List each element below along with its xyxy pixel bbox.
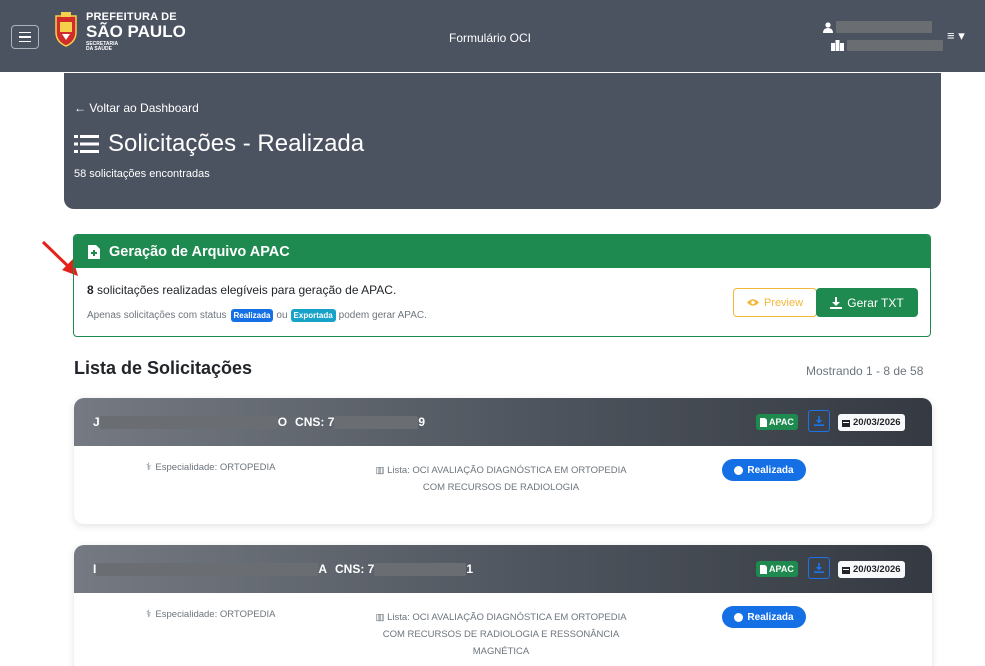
request-card[interactable]: I A CNS: 7 1 APAC 20/03/2026 ⚕ Especiali…: [74, 545, 932, 666]
especialidade-text: Especialidade: ORTOPEDIA: [155, 462, 276, 473]
hospital-icon: ▥: [375, 465, 388, 476]
request-card-header: I A CNS: 7 1 APAC 20/03/2026: [74, 545, 932, 593]
apac-badge-label: APAC: [769, 417, 794, 427]
stethoscope-icon: ⚕: [146, 462, 152, 473]
eye-icon: [746, 299, 759, 306]
status-badge-realizada: Realizada: [230, 309, 274, 322]
apac-eligible-count: 8: [87, 283, 94, 297]
prefeitura-logo[interactable]: PREFEITURA DE SÃO PAULO SECRETARIA DA SA…: [52, 12, 186, 52]
user-info[interactable]: [823, 18, 943, 54]
apac-eligible-label: solicitações realizadas elegíveis para g…: [93, 283, 397, 297]
page-title-text: Solicitações - Realizada: [108, 130, 365, 157]
request-date: 20/03/2026: [853, 417, 901, 428]
cns-end: 1: [466, 562, 474, 576]
pagination-count: Mostrando 1 - 8 de 58: [806, 364, 924, 378]
user-icon: [823, 21, 833, 33]
gerar-txt-label: Gerar TXT: [847, 295, 904, 310]
patient-name-cns: J O CNS: 7 9: [93, 415, 425, 429]
cns-end: 9: [418, 415, 426, 429]
date-badge: 20/03/2026: [838, 414, 905, 431]
redacted-cns: [334, 415, 419, 429]
patient-name-cns: I A CNS: 7 1: [93, 562, 473, 576]
back-to-dashboard-link[interactable]: ← Voltar ao Dashboard: [74, 101, 199, 115]
date-badge: 20/03/2026: [838, 561, 905, 578]
lista: ▥ Lista: OCI AVALIAÇÃO DIAGNÓSTICA EM OR…: [366, 462, 636, 496]
redacted-user-name: [836, 21, 932, 33]
list-icon: [74, 135, 99, 153]
status-label: Realizada: [747, 611, 794, 623]
apac-badge: APAC: [756, 561, 798, 577]
apac-card-title: Geração de Arquivo APAC: [109, 243, 290, 260]
app-title: Formulário OCI: [449, 31, 532, 45]
hospital-icon: ▥: [375, 612, 388, 623]
file-icon: [760, 417, 767, 427]
calendar-icon: [842, 566, 850, 574]
status-badge: Realizada: [722, 606, 806, 628]
apac-badge-label: APAC: [769, 564, 794, 574]
apac-eligible-text: 8 solicitações realizadas elegíveis para…: [87, 283, 396, 297]
gerar-txt-button[interactable]: Gerar TXT: [816, 288, 918, 317]
top-navbar: PREFEITURA DE SÃO PAULO SECRETARIA DA SA…: [0, 0, 985, 72]
especialidade-text: Especialidade: ORTOPEDIA: [155, 609, 276, 620]
hospital-icon: [831, 39, 844, 51]
cns-label: CNS: 7: [295, 415, 335, 429]
status-dot-icon: [734, 612, 744, 622]
download-icon: [830, 296, 843, 309]
especialidade: ⚕ Especialidade: ORTOPEDIA: [146, 609, 275, 620]
cns-label: CNS: 7: [335, 562, 375, 576]
apac-generation-card: Geração de Arquivo APAC 8 solicitações r…: [73, 234, 931, 337]
status-dot-icon: [734, 465, 744, 475]
request-card[interactable]: J O CNS: 7 9 APAC 20/03/2026 ⚕ Especiali…: [74, 398, 932, 524]
calendar-icon: [842, 419, 850, 427]
preview-button[interactable]: Preview: [733, 288, 817, 317]
lista-text: Lista: OCI AVALIAÇÃO DIAGNÓSTICA EM ORTO…: [382, 612, 627, 657]
stethoscope-icon: ⚕: [146, 609, 152, 620]
hamburger-icon: [19, 31, 31, 34]
redacted-unit-name: [847, 39, 943, 51]
especialidade: ⚕ Especialidade: ORTOPEDIA: [146, 462, 275, 473]
request-date: 20/03/2026: [853, 564, 901, 575]
list-title: Lista de Solicitações: [74, 358, 253, 378]
apac-badge: APAC: [756, 414, 798, 430]
page-title: Solicitações - Realizada: [74, 130, 364, 158]
lista-text: Lista: OCI AVALIAÇÃO DIAGNÓSTICA EM ORTO…: [387, 465, 627, 493]
lista: ▥ Lista: OCI AVALIAÇÃO DIAGNÓSTICA EM OR…: [366, 609, 636, 660]
apac-note: Apenas solicitações com status Realizada…: [87, 309, 427, 322]
logo-line-4: DA SAÚDE: [86, 46, 112, 52]
file-icon: [760, 564, 767, 574]
patient-name-end: A: [318, 562, 328, 576]
status-badge: Realizada: [722, 459, 806, 481]
patient-name-end: O: [277, 415, 288, 429]
download-apac-button[interactable]: [808, 410, 830, 432]
crest-icon: [55, 12, 77, 47]
redacted-patient-name: [99, 415, 278, 429]
apac-note-mid: ou: [276, 310, 288, 321]
redacted-cns: [374, 562, 467, 576]
preview-button-label: Preview: [763, 296, 804, 309]
hamburger-menu-button[interactable]: [11, 25, 39, 49]
results-count: 58 solicitações encontradas: [74, 168, 210, 180]
page-header: ← Voltar ao Dashboard Solicitações - Rea…: [64, 73, 941, 209]
logo-line-2: SÃO PAULO: [86, 22, 186, 41]
patient-name-start: J: [93, 415, 100, 429]
request-card-header: J O CNS: 7 9 APAC 20/03/2026: [74, 398, 932, 446]
file-plus-icon: [88, 244, 100, 259]
apac-note-suffix: podem gerar APAC.: [338, 310, 427, 321]
download-icon: [814, 563, 824, 573]
apac-card-header: Geração de Arquivo APAC: [74, 235, 930, 268]
redacted-patient-name: [96, 562, 319, 576]
status-label: Realizada: [747, 464, 794, 476]
list-caret-icon[interactable]: ≡ ▾: [947, 28, 965, 44]
status-badge-exportada: Exportada: [290, 309, 336, 322]
apac-note-prefix: Apenas solicitações com status: [87, 310, 227, 321]
download-icon: [814, 416, 824, 426]
download-apac-button[interactable]: [808, 557, 830, 579]
